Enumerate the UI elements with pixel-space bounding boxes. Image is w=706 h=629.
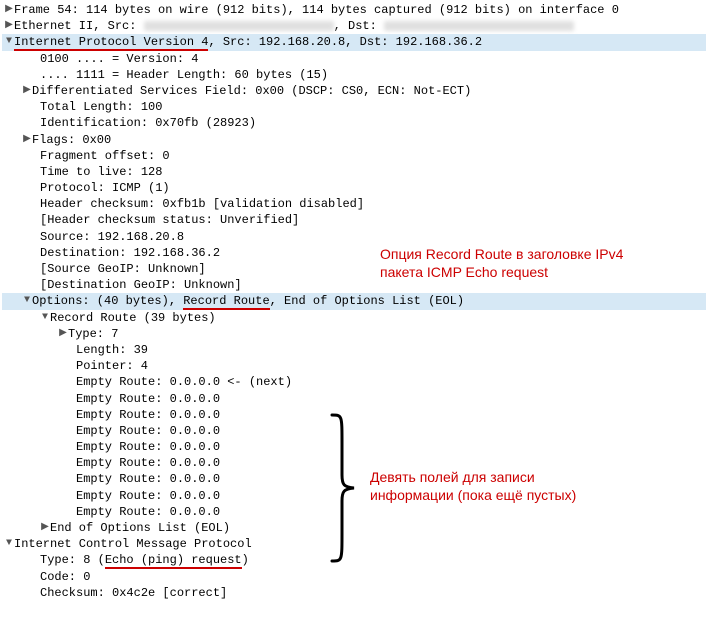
ipv4-dscp[interactable]: ▶Differentiated Services Field: 0x00 (DS… [2, 83, 706, 99]
icmp-type-pre: Type: 8 ( [40, 553, 105, 567]
rr-empty-0[interactable]: Empty Route: 0.0.0.0 <- (next) [2, 374, 706, 390]
ipv4-flags[interactable]: ▶Flags: 0x00 [2, 132, 706, 148]
chevron-right-icon: ▶ [58, 327, 68, 341]
rr-type[interactable]: ▶Type: 7 [2, 326, 706, 342]
chevron-right-icon: ▶ [4, 3, 14, 17]
icmp-code[interactable]: Code: 0 [2, 569, 706, 585]
ipv4-proto[interactable]: Protocol: ICMP (1) [2, 180, 706, 196]
ethernet-row[interactable]: ▶Ethernet II, Src: , Dst: [2, 18, 706, 34]
chevron-down-icon: ▼ [40, 311, 50, 325]
eth-mid: , Dst: [334, 19, 384, 33]
chevron-down-icon: ▼ [4, 537, 14, 551]
icmp-type-mid: Echo (ping) request [105, 553, 242, 569]
chevron-right-icon: ▶ [4, 19, 14, 33]
ipv4-cksumstat[interactable]: [Header checksum status: Unverified] [2, 212, 706, 228]
rr-ptr[interactable]: Pointer: 4 [2, 358, 706, 374]
opt-post: , End of Options List (EOL) [270, 294, 464, 308]
opt-pre: Options: (40 bytes), [32, 294, 183, 308]
frame-text: Frame 54: 114 bytes on wire (912 bits), … [14, 3, 619, 17]
redacted [144, 21, 334, 31]
ipv4-row[interactable]: ▼Internet Protocol Version 4, Src: 192.1… [2, 34, 706, 50]
icmp-cksum[interactable]: Checksum: 0x4c2e [correct] [2, 585, 706, 601]
redacted [384, 21, 574, 31]
options-row[interactable]: ▼Options: (40 bytes), Record Route, End … [2, 293, 706, 309]
chevron-down-icon: ▼ [4, 35, 14, 49]
icmp-type-post: ) [242, 553, 249, 567]
ipv4-ttl[interactable]: Time to live: 128 [2, 164, 706, 180]
ipv4-id[interactable]: Identification: 0x70fb (28923) [2, 115, 706, 131]
record-route-row[interactable]: ▼Record Route (39 bytes) [2, 310, 706, 326]
ipv4-src[interactable]: Source: 192.168.20.8 [2, 229, 706, 245]
brace-icon [330, 413, 356, 561]
chevron-right-icon: ▶ [40, 521, 50, 535]
rr-len[interactable]: Length: 39 [2, 342, 706, 358]
chevron-down-icon: ▼ [22, 294, 32, 308]
opt-rr: Record Route [183, 294, 269, 310]
annotation-2: Девять полей для записи информации (пока… [370, 468, 670, 504]
rr-empty-1[interactable]: Empty Route: 0.0.0.0 [2, 391, 706, 407]
ipv4-fragoff[interactable]: Fragment offset: 0 [2, 148, 706, 164]
eth-pre: Ethernet II, Src: [14, 19, 144, 33]
ipv4-tlen[interactable]: Total Length: 100 [2, 99, 706, 115]
ipv4-label: Internet Protocol Version 4 [14, 35, 208, 51]
ipv4-post: , Src: 192.168.20.8, Dst: 192.168.36.2 [208, 35, 482, 49]
chevron-right-icon: ▶ [22, 84, 32, 98]
ipv4-version[interactable]: 0100 .... = Version: 4 [2, 51, 706, 67]
ipv4-hdrlen[interactable]: .... 1111 = Header Length: 60 bytes (15) [2, 67, 706, 83]
chevron-right-icon: ▶ [22, 133, 32, 147]
frame-row[interactable]: ▶Frame 54: 114 bytes on wire (912 bits),… [2, 2, 706, 18]
ipv4-cksum[interactable]: Header checksum: 0xfb1b [validation disa… [2, 196, 706, 212]
annotation-1: Опция Record Route в заголовке IPv4 паке… [380, 245, 680, 281]
